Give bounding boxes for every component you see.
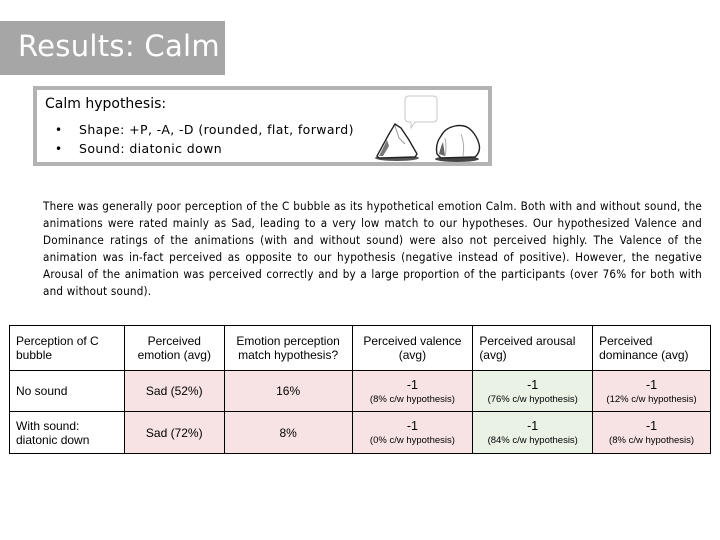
arousal-note: (84% c/w hypothesis)	[487, 435, 578, 446]
arousal-value: -1	[527, 419, 539, 433]
results-table: Perception of C bubble Perceived emotion…	[9, 325, 711, 454]
column-header: Perceived dominance (avg)	[592, 325, 711, 371]
table-row: With sound: diatonic down Sad (72%) 8% -…	[9, 411, 711, 454]
hypothesis-item-sound: • Sound: diatonic down	[55, 139, 354, 158]
bullet-icon: •	[55, 122, 63, 137]
hypothesis-item-text: Shape: +P, -A, -D (rounded, flat, forwar…	[79, 122, 354, 137]
hypothesis-item-text: Sound: diatonic down	[79, 141, 223, 156]
column-header: Perceived emotion (avg)	[123, 325, 225, 371]
valence-cell: -1 (8% c/w hypothesis)	[351, 370, 474, 412]
table-row: No sound Sad (52%) 16% -1 (8% c/w hypoth…	[9, 370, 711, 412]
page-title: Results: Calm	[18, 29, 220, 63]
rock-bubble-characters-illustration	[375, 95, 481, 162]
dominance-note: (12% c/w hypothesis)	[606, 393, 697, 405]
emotion-cell: Sad (52%)	[123, 370, 225, 412]
dominance-cell: -1 (12% c/w hypothesis)	[592, 370, 711, 412]
match-cell: 8%	[223, 411, 353, 454]
dominance-note: (8% c/w hypothesis)	[609, 435, 695, 446]
match-cell: 16%	[223, 370, 353, 412]
hypothesis-box: Calm hypothesis: • Shape: +P, -A, -D (ro…	[33, 86, 492, 166]
emotion-cell: Sad (72%)	[123, 411, 225, 454]
column-header: Perception of C bubble	[9, 325, 125, 371]
valence-note: (8% c/w hypothesis)	[369, 393, 455, 405]
arousal-value: -1	[527, 377, 539, 392]
speech-bubble-icon	[404, 95, 438, 130]
column-header: Emotion perception match hypothesis?	[223, 325, 353, 371]
dominance-value: -1	[645, 377, 658, 392]
valence-cell: -1 (0% c/w hypothesis)	[351, 411, 474, 454]
table-header-row: Perception of C bubble Perceived emotion…	[9, 325, 711, 371]
hypothesis-item-shape: • Shape: +P, -A, -D (rounded, flat, forw…	[55, 120, 354, 139]
rounded-rock-icon	[435, 124, 481, 162]
title-bar: Results: Calm	[0, 21, 225, 75]
summary-paragraph: There was generally poor perception of t…	[43, 199, 702, 298]
valence-note: (0% c/w hypothesis)	[369, 435, 455, 446]
row-label: No sound	[9, 370, 125, 412]
hypothesis-heading: Calm hypothesis:	[45, 96, 167, 112]
valence-value: -1	[406, 419, 418, 433]
pointed-rock-icon	[375, 123, 419, 161]
bullet-icon: •	[55, 141, 63, 156]
hypothesis-list: • Shape: +P, -A, -D (rounded, flat, forw…	[55, 120, 354, 158]
dominance-value: -1	[645, 419, 658, 433]
arousal-cell: -1 (84% c/w hypothesis)	[472, 411, 594, 454]
row-label: With sound: diatonic down	[9, 411, 125, 454]
column-header: Perceived valence (avg)	[351, 325, 474, 371]
column-header: Perceived arousal (avg)	[472, 325, 594, 371]
dominance-cell: -1 (8% c/w hypothesis)	[592, 411, 711, 454]
valence-value: -1	[406, 377, 418, 392]
arousal-note: (76% c/w hypothesis)	[487, 393, 578, 405]
arousal-cell: -1 (76% c/w hypothesis)	[472, 370, 594, 412]
